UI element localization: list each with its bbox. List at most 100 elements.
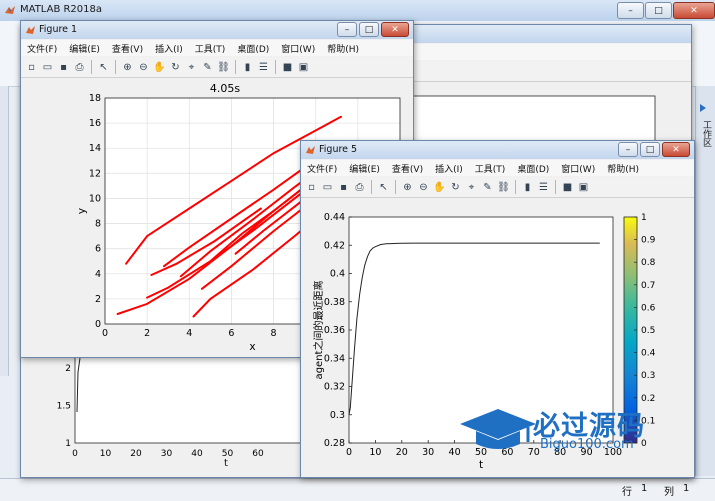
minimize-button[interactable]: – (617, 2, 644, 19)
colorbar-icon[interactable]: ▮ (521, 181, 534, 194)
close-button[interactable]: ✕ (673, 2, 715, 19)
figure1-y-tick-label: 14 (89, 143, 101, 154)
figure1-close-button[interactable]: ✕ (381, 22, 409, 37)
print-icon[interactable]: ⎙ (73, 61, 86, 74)
brush-icon[interactable]: ✎ (481, 181, 494, 194)
pointer-icon[interactable]: ↖ (97, 61, 110, 74)
menu-item-2[interactable]: 查看(V) (112, 42, 143, 55)
menu-item-6[interactable]: 窗口(W) (281, 42, 315, 55)
open-icon[interactable]: ▭ (321, 181, 334, 194)
menu-item-4[interactable]: 工具(T) (475, 162, 506, 175)
background-xlabel: t (224, 458, 228, 469)
figure1-y-tick-label: 0 (95, 319, 101, 330)
colorbar-icon[interactable]: ▮ (241, 61, 254, 74)
menu-item-1[interactable]: 编辑(E) (69, 42, 100, 55)
brush-icon[interactable]: ✎ (201, 61, 214, 74)
figure5-y-tick-label: 0.44 (324, 212, 345, 223)
figure5-y-tick-label: 0.32 (324, 382, 345, 393)
figure5-x-tick-label: 30 (422, 447, 434, 458)
toolbar-separator (395, 180, 396, 194)
background-x-tick-label: 40 (191, 449, 203, 459)
menu-item-4[interactable]: 工具(T) (195, 42, 226, 55)
zoom-in-icon[interactable]: ⊕ (121, 61, 134, 74)
figure5-x-tick-label: 20 (396, 447, 408, 458)
watermark-subtext: Biguo100.com (540, 437, 634, 452)
legend-icon[interactable]: ☰ (257, 61, 270, 74)
data-cursor-icon[interactable]: ⌖ (465, 181, 478, 194)
toolbar-separator (275, 60, 276, 74)
menu-item-0[interactable]: 文件(F) (27, 42, 57, 55)
figure1-maximize-button[interactable]: □ (359, 22, 379, 37)
figure5-y-tick-label: 0.28 (324, 438, 345, 449)
rotate-icon[interactable]: ↻ (449, 181, 462, 194)
workspace-tab[interactable]: 工作区 (697, 120, 713, 147)
menu-item-6[interactable]: 窗口(W) (561, 162, 595, 175)
zoom-out-icon[interactable]: ⊖ (417, 181, 430, 194)
data-cursor-icon[interactable]: ⌖ (185, 61, 198, 74)
pointer-icon[interactable]: ↖ (377, 181, 390, 194)
figure5-close-button[interactable]: ✕ (662, 142, 690, 157)
figure5-ylabel: agent之间的最近距离 (312, 281, 325, 380)
menu-item-7[interactable]: 帮助(H) (327, 42, 359, 55)
matlab-window-controls: – □ ✕ (617, 2, 715, 19)
matlab-logo-icon (4, 4, 16, 16)
pan-icon[interactable]: ✋ (433, 181, 446, 194)
rotate-icon[interactable]: ↻ (169, 61, 182, 74)
pan-icon[interactable]: ✋ (153, 61, 166, 74)
figure1-minimize-button[interactable]: – (337, 22, 357, 37)
link-icon[interactable]: ⛓ (497, 181, 510, 194)
background-x-tick-label: 60 (252, 449, 264, 459)
figure1-x-tick-label: 2 (144, 328, 150, 339)
figure5-x-tick-label: 10 (369, 447, 381, 458)
figure1-y-tick-label: 2 (95, 294, 101, 305)
link-icon[interactable]: ⛓ (217, 61, 230, 74)
watermark-logo (458, 404, 538, 457)
toolbar-separator (235, 60, 236, 74)
figure1-x-tick-label: 8 (271, 328, 277, 339)
colorbar-tick-label: 0.2 (641, 394, 655, 404)
zoom-out-icon[interactable]: ⊖ (137, 61, 150, 74)
colorbar-tick-label: 0.9 (641, 236, 656, 246)
hide-tools-icon[interactable]: ■ (281, 61, 294, 74)
save-icon[interactable]: ▪ (57, 61, 70, 74)
legend-icon[interactable]: ☰ (537, 181, 550, 194)
left-panel-edge (0, 86, 9, 376)
zoom-in-icon[interactable]: ⊕ (401, 181, 414, 194)
figure5-y-tick-label: 0.36 (324, 325, 345, 336)
hide-tools-icon[interactable]: ■ (561, 181, 574, 194)
colorbar-tick-label: 0.4 (641, 349, 656, 359)
menu-item-1[interactable]: 编辑(E) (349, 162, 380, 175)
menu-item-7[interactable]: 帮助(H) (607, 162, 639, 175)
figure1-y-tick-label: 12 (89, 168, 101, 179)
new-icon[interactable]: ▫ (305, 181, 318, 194)
figure5-minimize-button[interactable]: – (618, 142, 638, 157)
menu-item-0[interactable]: 文件(F) (307, 162, 337, 175)
figure1-x-tick-label: 4 (186, 328, 192, 339)
save-icon[interactable]: ▪ (337, 181, 350, 194)
figure1-menubar: 文件(F) 编辑(E) 查看(V) 插入(I) 工具(T) 桌面(D) 窗口(W) 帮助(H) (21, 40, 413, 56)
figure5-maximize-button[interactable]: □ (640, 142, 660, 157)
menu-item-3[interactable]: 插入(I) (435, 162, 463, 175)
print-icon[interactable]: ⎙ (353, 181, 366, 194)
maximize-button[interactable]: □ (645, 2, 672, 19)
colorbar-tick-label: 1 (641, 213, 647, 223)
menu-item-5[interactable]: 桌面(D) (517, 162, 549, 175)
figure1-window-controls: – □ ✕ (337, 22, 409, 37)
figure1-xlabel: x (249, 341, 255, 353)
menu-item-2[interactable]: 查看(V) (392, 162, 423, 175)
collapse-arrow-icon[interactable] (698, 103, 708, 116)
background-y-tick-label: 1 (65, 439, 71, 449)
new-icon[interactable]: ▫ (25, 61, 38, 74)
background-x-tick-label: 30 (161, 449, 173, 459)
menu-item-5[interactable]: 桌面(D) (237, 42, 269, 55)
toolbar-separator (115, 60, 116, 74)
menu-item-3[interactable]: 插入(I) (155, 42, 183, 55)
toolbar-separator (555, 180, 556, 194)
show-tools-icon[interactable]: ▣ (297, 61, 310, 74)
colorbar-tick-label: 0.5 (641, 326, 655, 336)
open-icon[interactable]: ▭ (41, 61, 54, 74)
toolbar-separator (91, 60, 92, 74)
figure5-window-controls: – □ ✕ (618, 142, 690, 157)
show-tools-icon[interactable]: ▣ (577, 181, 590, 194)
background-x-tick-label: 10 (100, 449, 112, 459)
